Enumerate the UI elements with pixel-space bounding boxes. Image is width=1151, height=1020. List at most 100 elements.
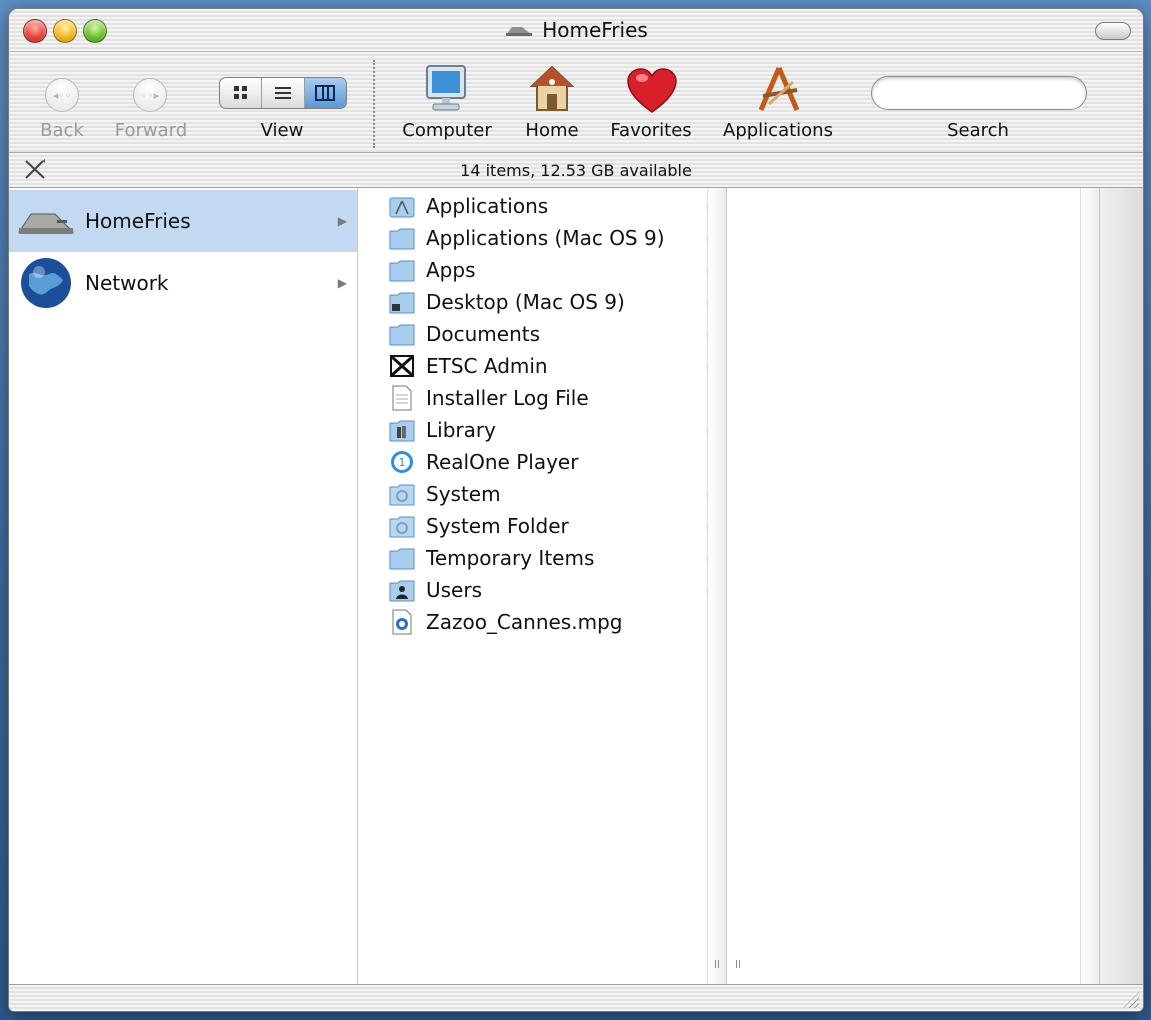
resize-grip-icon: ll bbox=[735, 958, 742, 971]
favorites-button[interactable]: Favorites bbox=[603, 52, 699, 152]
applications-folder-icon bbox=[388, 192, 416, 220]
window-title-area: HomeFries bbox=[9, 9, 1143, 51]
list-item[interactable]: ETSC Admin ▶ bbox=[388, 350, 726, 382]
back-button[interactable]: ◂◦◦ Back bbox=[37, 52, 87, 152]
list-item-label: Applications bbox=[426, 194, 549, 218]
sidebar-item-network[interactable]: Network ▶ bbox=[9, 252, 357, 314]
list-item-label: System Folder bbox=[426, 514, 569, 538]
list-item[interactable]: Desktop (Mac OS 9) ▶ bbox=[388, 286, 726, 318]
status-text: 14 items, 12.53 GB available bbox=[460, 160, 692, 180]
window-title: HomeFries bbox=[542, 18, 648, 42]
sidebar-item-label: Network bbox=[85, 271, 169, 295]
list-item-label: ETSC Admin bbox=[426, 354, 548, 378]
list-view-icon[interactable] bbox=[262, 78, 305, 108]
list-item-label: Applications (Mac OS 9) bbox=[426, 226, 665, 250]
view-control: View bbox=[219, 52, 347, 152]
hard-disk-icon bbox=[17, 196, 75, 246]
files-column: Applications ▶ Applications (Mac OS 9) ▶… bbox=[358, 188, 727, 985]
list-item-label: Desktop (Mac OS 9) bbox=[426, 290, 625, 314]
forward-button[interactable]: ◦◦▸ Forward bbox=[109, 52, 193, 152]
home-button[interactable]: Home bbox=[517, 52, 587, 152]
folder-icon bbox=[388, 320, 416, 348]
toolbar-toggle-button[interactable] bbox=[1095, 22, 1131, 40]
list-item[interactable]: Apps ▶ bbox=[388, 254, 726, 286]
computer-icon bbox=[426, 65, 466, 111]
desktop-folder-icon bbox=[388, 288, 416, 316]
bottom-bar bbox=[9, 984, 1143, 1011]
column-resize-gutter[interactable] bbox=[1080, 188, 1099, 985]
resize-handle-icon[interactable] bbox=[1123, 992, 1139, 1008]
list-item-label: Documents bbox=[426, 322, 541, 346]
hard-disk-icon bbox=[506, 27, 533, 36]
list-item[interactable]: Installer Log File bbox=[388, 382, 726, 414]
list-item-label: Temporary Items bbox=[426, 546, 595, 570]
empty-column bbox=[727, 188, 1100, 985]
sidebar-column: HomeFries ▶ Network ▶ bbox=[9, 188, 358, 985]
list-item[interactable]: Library ▶ bbox=[388, 414, 726, 446]
list-item[interactable]: Temporary Items ▶ bbox=[388, 542, 726, 574]
disclosure-arrow-icon: ▶ bbox=[337, 214, 347, 228]
list-item[interactable]: Zazoo_Cannes.mpg bbox=[388, 606, 726, 638]
no-write-pencil-icon bbox=[25, 159, 45, 179]
icon-view-icon[interactable] bbox=[220, 78, 263, 108]
search-label: Search bbox=[947, 120, 1009, 141]
column-view-icon[interactable] bbox=[304, 78, 346, 108]
status-bar: 14 items, 12.53 GB available bbox=[9, 153, 1143, 188]
forward-label: Forward bbox=[114, 120, 188, 141]
applications-button[interactable]: Applications bbox=[717, 52, 839, 152]
folder-icon bbox=[388, 544, 416, 572]
list-item[interactable]: Users ▶ bbox=[388, 574, 726, 606]
resize-grip-icon: ll bbox=[714, 958, 721, 971]
applications-icon bbox=[758, 67, 800, 111]
view-segmented-control[interactable] bbox=[219, 77, 347, 109]
list-item-label: Library bbox=[426, 418, 496, 442]
list-item-label: Users bbox=[426, 578, 483, 602]
disclosure-arrow-icon: ▶ bbox=[337, 276, 347, 290]
system-folder-icon bbox=[388, 512, 416, 540]
back-arrow-icon: ◂◦◦ bbox=[45, 78, 79, 112]
home-label: Home bbox=[525, 120, 579, 141]
list-item[interactable]: 1 RealOne Player bbox=[388, 446, 726, 478]
view-label: View bbox=[260, 120, 304, 141]
list-item-label: Apps bbox=[426, 258, 476, 282]
list-item[interactable]: Applications ▶ bbox=[388, 190, 726, 222]
column-browser: HomeFries ▶ Network ▶ Applications Appli… bbox=[9, 188, 1143, 985]
svg-text:1: 1 bbox=[399, 456, 406, 469]
list-item-label: Zazoo_Cannes.mpg bbox=[426, 610, 623, 634]
computer-button[interactable]: Computer bbox=[397, 52, 497, 152]
toolbar-separator bbox=[373, 60, 375, 148]
users-folder-icon bbox=[388, 576, 416, 604]
list-item[interactable]: System Folder ▶ bbox=[388, 510, 726, 542]
heart-icon bbox=[627, 68, 677, 113]
folder-icon bbox=[388, 256, 416, 284]
computer-label: Computer bbox=[402, 120, 492, 141]
favorites-label: Favorites bbox=[610, 120, 692, 141]
applications-label: Applications bbox=[723, 120, 833, 141]
system-folder-icon bbox=[388, 480, 416, 508]
list-item-label: RealOne Player bbox=[426, 450, 579, 474]
list-item-label: Installer Log File bbox=[426, 386, 589, 410]
document-icon bbox=[388, 384, 416, 412]
folder-icon bbox=[388, 224, 416, 252]
list-item[interactable]: Documents ▶ bbox=[388, 318, 726, 350]
forward-arrow-icon: ◦◦▸ bbox=[133, 78, 167, 112]
search-area: Search bbox=[871, 52, 1087, 152]
list-item-label: System bbox=[426, 482, 501, 506]
finder-window: HomeFries ◂◦◦ Back ◦◦▸ Forward View Comp… bbox=[8, 8, 1144, 1012]
sidebar-item-label: HomeFries bbox=[85, 209, 191, 233]
list-item[interactable]: System ▶ bbox=[388, 478, 726, 510]
list-item[interactable]: Applications (Mac OS 9) ▶ bbox=[388, 222, 726, 254]
realone-icon: 1 bbox=[388, 448, 416, 476]
column-resize-gutter[interactable]: ll bbox=[707, 188, 726, 985]
back-label: Back bbox=[40, 120, 84, 141]
restricted-folder-icon bbox=[388, 352, 416, 380]
movie-file-icon bbox=[388, 608, 416, 636]
library-folder-icon bbox=[388, 416, 416, 444]
sidebar-item-homefries[interactable]: HomeFries ▶ bbox=[9, 190, 357, 252]
search-input[interactable] bbox=[871, 76, 1087, 110]
horizontal-scroll-area[interactable] bbox=[1100, 188, 1143, 985]
title-bar[interactable]: HomeFries bbox=[9, 9, 1143, 52]
globe-icon bbox=[17, 258, 75, 308]
home-icon bbox=[529, 65, 575, 111]
